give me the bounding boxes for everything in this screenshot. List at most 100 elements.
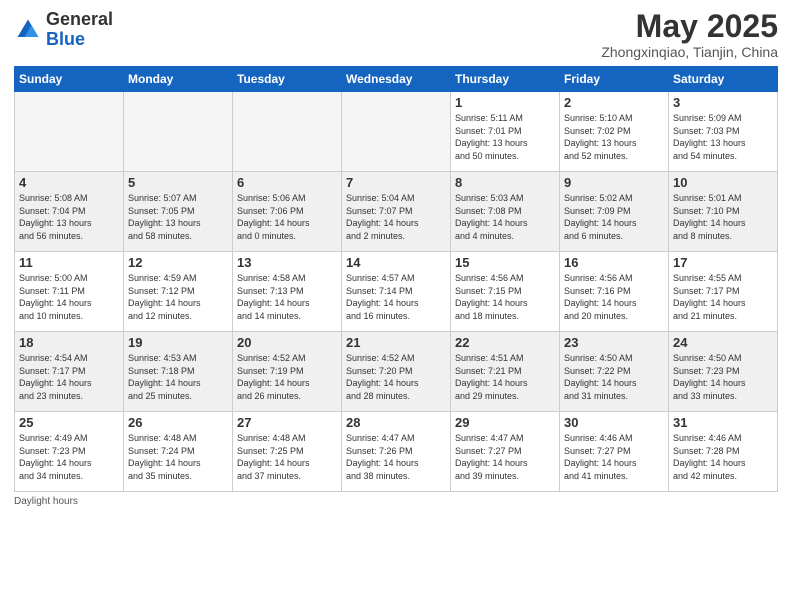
day-cell: 1 Sunrise: 5:11 AM Sunset: 7:01 PM Daylig…: [451, 92, 560, 172]
page-container: General Blue May 2025 Zhongxinqiao, Tian…: [0, 0, 792, 513]
day-cell: 10Sunrise: 5:01 AM Sunset: 7:10 PM Dayli…: [669, 172, 778, 252]
day-info: Sunrise: 5:11 AM Sunset: 7:01 PM Dayligh…: [455, 112, 555, 162]
weekday-header-friday: Friday: [560, 67, 669, 92]
day-cell: 19Sunrise: 4:53 AM Sunset: 7:18 PM Dayli…: [124, 332, 233, 412]
day-number: 11: [19, 255, 119, 270]
day-number: 18: [19, 335, 119, 350]
day-number: 28: [346, 415, 446, 430]
day-info: Sunrise: 4:46 AM Sunset: 7:27 PM Dayligh…: [564, 432, 664, 482]
day-cell: [233, 92, 342, 172]
day-cell: [342, 92, 451, 172]
day-number: 12: [128, 255, 228, 270]
footer-note: Daylight hours: [14, 496, 778, 507]
day-cell: [15, 92, 124, 172]
day-info: Sunrise: 5:01 AM Sunset: 7:10 PM Dayligh…: [673, 192, 773, 242]
weekday-header-sunday: Sunday: [15, 67, 124, 92]
day-cell: 27 Sunrise: 4:48 AM Sunset: 7:25 PM Dayli…: [233, 412, 342, 492]
day-cell: [124, 92, 233, 172]
logo-general: General: [46, 9, 113, 29]
day-number: 27: [237, 415, 337, 430]
month-title: May 2025: [601, 10, 778, 42]
day-info: Sunrise: 5:02 AM Sunset: 7:09 PM Dayligh…: [564, 192, 664, 242]
header: General Blue May 2025 Zhongxinqiao, Tian…: [14, 10, 778, 60]
day-cell: 4 Sunrise: 5:08 AM Sunset: 7:04 PM Daylig…: [15, 172, 124, 252]
day-info: Sunrise: 4:46 AM Sunset: 7:28 PM Dayligh…: [673, 432, 773, 482]
weekday-header-thursday: Thursday: [451, 67, 560, 92]
calendar-table: SundayMondayTuesdayWednesdayThursdayFrid…: [14, 66, 778, 492]
day-cell: 25Sunrise: 4:49 AM Sunset: 7:23 PM Dayli…: [15, 412, 124, 492]
day-number: 23: [564, 335, 664, 350]
day-number: 5: [128, 175, 228, 190]
day-info: Sunrise: 5:06 AM Sunset: 7:06 PM Dayligh…: [237, 192, 337, 242]
day-cell: 13Sunrise: 4:58 AM Sunset: 7:13 PM Dayli…: [233, 252, 342, 332]
day-info: Sunrise: 4:52 AM Sunset: 7:19 PM Dayligh…: [237, 352, 337, 402]
day-cell: 20 Sunrise: 4:52 AM Sunset: 7:19 PM Dayli…: [233, 332, 342, 412]
day-info: Sunrise: 4:59 AM Sunset: 7:12 PM Dayligh…: [128, 272, 228, 322]
weekday-header-saturday: Saturday: [669, 67, 778, 92]
day-number: 6: [237, 175, 337, 190]
day-number: 3: [673, 95, 773, 110]
day-number: 14: [346, 255, 446, 270]
day-cell: 17 Sunrise: 4:55 AM Sunset: 7:17 PM Dayli…: [669, 252, 778, 332]
week-row-2: 4 Sunrise: 5:08 AM Sunset: 7:04 PM Daylig…: [15, 172, 778, 252]
day-cell: 14 Sunrise: 4:57 AM Sunset: 7:14 PM Dayli…: [342, 252, 451, 332]
day-cell: 24 Sunrise: 4:50 AM Sunset: 7:23 PM Dayli…: [669, 332, 778, 412]
day-number: 20: [237, 335, 337, 350]
day-cell: 29Sunrise: 4:47 AM Sunset: 7:27 PM Dayli…: [451, 412, 560, 492]
day-number: 13: [237, 255, 337, 270]
day-cell: 28 Sunrise: 4:47 AM Sunset: 7:26 PM Dayli…: [342, 412, 451, 492]
day-number: 17: [673, 255, 773, 270]
weekday-header-tuesday: Tuesday: [233, 67, 342, 92]
day-info: Sunrise: 4:53 AM Sunset: 7:18 PM Dayligh…: [128, 352, 228, 402]
logo-text: General Blue: [46, 10, 113, 50]
day-info: Sunrise: 4:50 AM Sunset: 7:23 PM Dayligh…: [673, 352, 773, 402]
day-info: Sunrise: 4:47 AM Sunset: 7:27 PM Dayligh…: [455, 432, 555, 482]
day-cell: 26 Sunrise: 4:48 AM Sunset: 7:24 PM Dayli…: [124, 412, 233, 492]
day-info: Sunrise: 4:48 AM Sunset: 7:25 PM Dayligh…: [237, 432, 337, 482]
day-number: 31: [673, 415, 773, 430]
logo: General Blue: [14, 10, 113, 50]
day-number: 16: [564, 255, 664, 270]
week-row-5: 25Sunrise: 4:49 AM Sunset: 7:23 PM Dayli…: [15, 412, 778, 492]
day-number: 26: [128, 415, 228, 430]
day-number: 15: [455, 255, 555, 270]
day-cell: 8Sunrise: 5:03 AM Sunset: 7:08 PM Daylig…: [451, 172, 560, 252]
day-info: Sunrise: 4:47 AM Sunset: 7:26 PM Dayligh…: [346, 432, 446, 482]
day-cell: 15 Sunrise: 4:56 AM Sunset: 7:15 PM Dayli…: [451, 252, 560, 332]
day-info: Sunrise: 4:51 AM Sunset: 7:21 PM Dayligh…: [455, 352, 555, 402]
day-number: 24: [673, 335, 773, 350]
logo-icon: [14, 16, 42, 44]
day-cell: 22Sunrise: 4:51 AM Sunset: 7:21 PM Dayli…: [451, 332, 560, 412]
title-block: May 2025 Zhongxinqiao, Tianjin, China: [601, 10, 778, 60]
day-info: Sunrise: 5:03 AM Sunset: 7:08 PM Dayligh…: [455, 192, 555, 242]
day-info: Sunrise: 4:50 AM Sunset: 7:22 PM Dayligh…: [564, 352, 664, 402]
day-cell: 2 Sunrise: 5:10 AM Sunset: 7:02 PM Daylig…: [560, 92, 669, 172]
day-number: 1: [455, 95, 555, 110]
day-cell: 6 Sunrise: 5:06 AM Sunset: 7:06 PM Daylig…: [233, 172, 342, 252]
logo-blue: Blue: [46, 29, 85, 49]
day-cell: 3 Sunrise: 5:09 AM Sunset: 7:03 PM Daylig…: [669, 92, 778, 172]
day-cell: 21Sunrise: 4:52 AM Sunset: 7:20 PM Dayli…: [342, 332, 451, 412]
day-cell: 5Sunrise: 5:07 AM Sunset: 7:05 PM Daylig…: [124, 172, 233, 252]
day-info: Sunrise: 5:09 AM Sunset: 7:03 PM Dayligh…: [673, 112, 773, 162]
day-info: Sunrise: 4:48 AM Sunset: 7:24 PM Dayligh…: [128, 432, 228, 482]
day-info: Sunrise: 5:04 AM Sunset: 7:07 PM Dayligh…: [346, 192, 446, 242]
day-cell: 11 Sunrise: 5:00 AM Sunset: 7:11 PM Dayli…: [15, 252, 124, 332]
day-info: Sunrise: 4:54 AM Sunset: 7:17 PM Dayligh…: [19, 352, 119, 402]
day-number: 4: [19, 175, 119, 190]
day-info: Sunrise: 4:56 AM Sunset: 7:16 PM Dayligh…: [564, 272, 664, 322]
day-info: Sunrise: 4:57 AM Sunset: 7:14 PM Dayligh…: [346, 272, 446, 322]
day-cell: 7 Sunrise: 5:04 AM Sunset: 7:07 PM Daylig…: [342, 172, 451, 252]
week-row-1: 1 Sunrise: 5:11 AM Sunset: 7:01 PM Daylig…: [15, 92, 778, 172]
day-info: Sunrise: 5:10 AM Sunset: 7:02 PM Dayligh…: [564, 112, 664, 162]
location: Zhongxinqiao, Tianjin, China: [601, 44, 778, 60]
day-cell: 30Sunrise: 4:46 AM Sunset: 7:27 PM Dayli…: [560, 412, 669, 492]
day-number: 25: [19, 415, 119, 430]
day-number: 2: [564, 95, 664, 110]
day-number: 7: [346, 175, 446, 190]
day-info: Sunrise: 4:56 AM Sunset: 7:15 PM Dayligh…: [455, 272, 555, 322]
day-info: Sunrise: 5:08 AM Sunset: 7:04 PM Dayligh…: [19, 192, 119, 242]
day-info: Sunrise: 4:55 AM Sunset: 7:17 PM Dayligh…: [673, 272, 773, 322]
day-cell: 16 Sunrise: 4:56 AM Sunset: 7:16 PM Dayli…: [560, 252, 669, 332]
day-info: Sunrise: 5:00 AM Sunset: 7:11 PM Dayligh…: [19, 272, 119, 322]
